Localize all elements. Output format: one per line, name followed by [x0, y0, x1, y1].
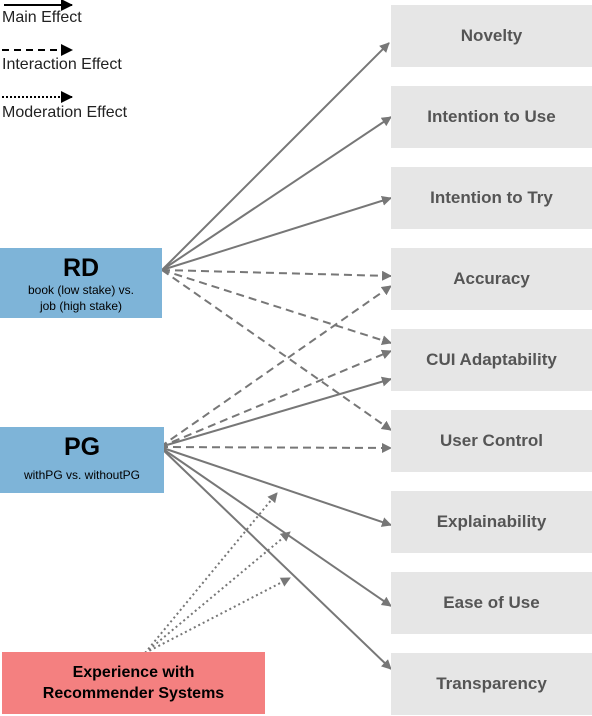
outcome-user-control: User Control	[391, 410, 592, 472]
factor-rd-box: RD book (low stake) vs. job (high stake)	[0, 248, 162, 318]
edge-interaction-pg-to-accuracy	[159, 285, 392, 448]
edge-main-pg-to-ease-of-use	[159, 446, 392, 607]
edge-interaction-rd-to-user-control	[161, 269, 392, 431]
moderator-line-1: Experience with	[72, 664, 195, 681]
legend-main-effect: Main Effect	[2, 9, 82, 26]
edge-main-pg-to-cui-adaptability	[159, 376, 392, 448]
factor-rd-subtitle-2: job (high stake)	[39, 299, 123, 313]
factor-pg-box: PG withPG vs. withoutPG	[0, 427, 164, 493]
factor-rd-subtitle-1: book (low stake) vs.	[27, 283, 135, 297]
moderator-experience-box: Experience with Recommender Systems	[2, 652, 265, 714]
edge-main-rd-to-novelty	[161, 42, 390, 271]
edge-moderation-experience-to-pg-explainability	[144, 492, 278, 654]
outcome-ease-of-use: Ease of Use	[391, 572, 592, 634]
legend-moderation-effect: Moderation Effect	[2, 104, 128, 121]
edge-moderation-experience-to-pg-ease-of-use	[144, 531, 291, 654]
edge-interaction-rd-to-accuracy	[161, 269, 392, 281]
edge-interaction-rd-to-cui-adaptability	[161, 269, 392, 346]
edge-main-rd-to-intention-to-use	[161, 116, 392, 271]
legend-interaction-effect: Interaction Effect	[2, 56, 122, 73]
moderator-line-2: Recommender Systems	[42, 685, 225, 702]
outcome-explainability: Explainability	[391, 491, 592, 553]
outcome-intention-to-try: Intention to Try	[391, 167, 592, 229]
edge-main-rd-to-intention-to-try	[161, 195, 392, 271]
edge-main-pg-to-transparency	[159, 446, 392, 670]
edge-interaction-pg-to-user-control	[159, 442, 392, 453]
outcome-cui-adaptability: CUI Adaptability	[391, 329, 592, 391]
edge-moderation-experience-to-pg-transparency	[144, 577, 291, 654]
edge-main-pg-to-explainability	[159, 446, 392, 527]
factor-pg-subtitle: withPG vs. withoutPG	[23, 468, 141, 482]
outcome-intention-to-use: Intention to Use	[391, 86, 592, 148]
outcome-accuracy: Accuracy	[391, 248, 592, 310]
edge-interaction-pg-to-cui-adaptability	[159, 349, 392, 448]
outcome-transparency: Transparency	[391, 653, 592, 715]
factor-rd-title: RD	[62, 254, 100, 282]
outcome-novelty: Novelty	[391, 5, 592, 67]
factor-pg-title: PG	[63, 433, 101, 461]
